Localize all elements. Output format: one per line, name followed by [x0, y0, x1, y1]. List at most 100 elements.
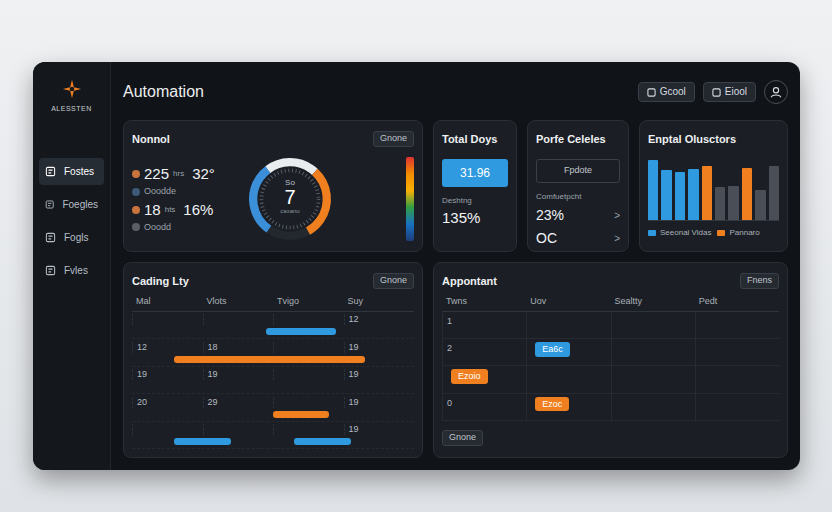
schedule-cell: 19 — [344, 369, 415, 380]
appointment-chip[interactable]: Ezoio — [451, 369, 488, 384]
stat-unit: hts — [165, 204, 176, 216]
calendar-cell[interactable]: 2 — [442, 339, 526, 366]
bar-lane — [132, 328, 414, 335]
card-button[interactable]: Gnone — [373, 131, 414, 147]
schedule-cell — [273, 314, 344, 325]
column-header: Uov — [526, 295, 610, 309]
header-button[interactable]: Gcool — [638, 82, 695, 102]
schedule-cell — [273, 424, 344, 435]
calendar-cell[interactable] — [695, 394, 779, 421]
calendar-cell[interactable] — [611, 339, 695, 366]
stat-note: Ooodde — [144, 186, 176, 198]
calendar-cell[interactable]: Ea6c — [526, 339, 610, 366]
calendar-cell[interactable] — [611, 366, 695, 393]
cell-number: 0 — [447, 397, 452, 411]
calendar-cell[interactable] — [695, 339, 779, 366]
card-title: Appontant — [442, 273, 497, 290]
bar-slot — [755, 155, 765, 220]
stat-note: Ooodd — [144, 222, 171, 234]
schedule-row: 19 — [132, 422, 414, 450]
appointment-chip[interactable]: Ezoc — [535, 397, 569, 412]
card-footer: Gnone — [442, 425, 779, 449]
schedule-cell: 18 — [203, 342, 274, 353]
calendar-cell[interactable] — [611, 394, 695, 421]
column-header: Sealtty — [611, 295, 695, 309]
sidebar: ALESSTENFostesFoeglesFoglsFvles — [33, 62, 111, 470]
card-header: Porfe Celeles — [536, 129, 620, 149]
schedule-cell: 12 — [132, 342, 203, 353]
sidebar-item[interactable]: Fostes — [39, 158, 104, 185]
schedule-cell — [132, 424, 203, 435]
profile-row[interactable]: OC> — [536, 228, 620, 249]
bar-lane — [132, 411, 414, 418]
appointment-chip[interactable]: Ea6c — [535, 342, 570, 357]
gauge-label: So — [244, 179, 336, 187]
schedule-row: 191919 — [132, 367, 414, 395]
calendar-cell[interactable] — [695, 312, 779, 339]
profile-row[interactable]: 23%> — [536, 205, 620, 226]
gauge-segment — [244, 153, 336, 245]
gantt-bar[interactable] — [273, 411, 329, 418]
schedule-cell: 19 — [344, 342, 415, 353]
calendar-cell[interactable]: Ezoio — [442, 366, 526, 393]
schedule-cell — [273, 397, 344, 408]
legend-label: Seeonal Vidas — [660, 227, 711, 239]
schedule-cell: 19 — [132, 369, 203, 380]
schedule-cell: 19 — [203, 369, 274, 380]
gantt-bar[interactable] — [174, 438, 230, 445]
bar — [728, 186, 738, 220]
calendar-cell[interactable]: Ezoc — [526, 394, 610, 421]
profile-card: Porfe Celeles Fpdote Comfuetpcht 23%>OC> — [527, 120, 629, 252]
color-scale — [406, 157, 414, 241]
bar-slot — [688, 155, 698, 220]
update-button[interactable]: Fpdote — [536, 159, 620, 183]
card-button[interactable]: Fnens — [740, 273, 779, 289]
page-title: Automation — [123, 80, 204, 104]
bar — [688, 169, 698, 220]
cell-number: 2 — [447, 342, 452, 356]
sidebar-item[interactable]: Fogls — [39, 224, 104, 251]
footer-button[interactable]: Gnone — [442, 430, 483, 446]
calendar-cell[interactable]: 0 — [442, 394, 526, 421]
sidebar-item[interactable]: Foegles — [39, 191, 104, 218]
gantt-bar[interactable] — [294, 438, 350, 445]
column-headers: TwnsUovSealttyPedt — [442, 295, 779, 312]
chart-card: Enptal Olusctors Seeonal Vidas Pannaro — [639, 120, 788, 252]
header: Automation Gcool Eiool — [123, 72, 788, 112]
schedule-cell: 29 — [203, 397, 274, 408]
card-title: Nonnol — [132, 131, 170, 148]
card-button[interactable]: Gnone — [373, 273, 414, 289]
gantt-fill — [174, 438, 230, 445]
gantt-bar[interactable] — [174, 356, 364, 363]
summary-row: NonnolGnone225hrs32°Ooodde18hts16%OooddS… — [123, 120, 788, 252]
calendar-cell[interactable] — [526, 366, 610, 393]
gantt-fill — [266, 328, 337, 335]
card-header: Total Doys — [442, 129, 508, 149]
schedule-cell: 12 — [344, 314, 415, 325]
schedule-cell: 19 — [344, 424, 415, 435]
header-button-label: Eiool — [725, 86, 747, 98]
stat-row: Ooodde — [132, 186, 236, 198]
profile-icon[interactable] — [764, 80, 788, 104]
calendar-cell[interactable] — [526, 312, 610, 339]
profile-label: Comfuetpcht — [536, 191, 620, 203]
stat-row: Ooodd — [132, 222, 236, 234]
legend-item: Pannaro — [717, 227, 759, 239]
column-header: Pedt — [695, 295, 779, 309]
row-cells: 191919 — [132, 369, 414, 380]
main-area: AutomationGcoolEioolNonnolGnone225hrs32°… — [111, 62, 800, 470]
calendar-cell[interactable] — [611, 312, 695, 339]
menu-icon — [45, 199, 54, 210]
calendar-cell[interactable]: 1 — [442, 312, 526, 339]
chart-legend: Seeonal Vidas Pannaro — [648, 227, 779, 239]
gantt-bar[interactable] — [266, 328, 337, 335]
header-button[interactable]: Eiool — [703, 82, 756, 102]
schedule-cell — [273, 369, 344, 380]
menu-icon — [45, 232, 56, 243]
sidebar-item[interactable]: Fvles — [39, 257, 104, 284]
bar-slot — [742, 155, 752, 220]
gauge-center: So7caxanu — [244, 179, 336, 215]
card-header: Enptal Olusctors — [648, 129, 779, 149]
calendar-cell[interactable] — [695, 366, 779, 393]
